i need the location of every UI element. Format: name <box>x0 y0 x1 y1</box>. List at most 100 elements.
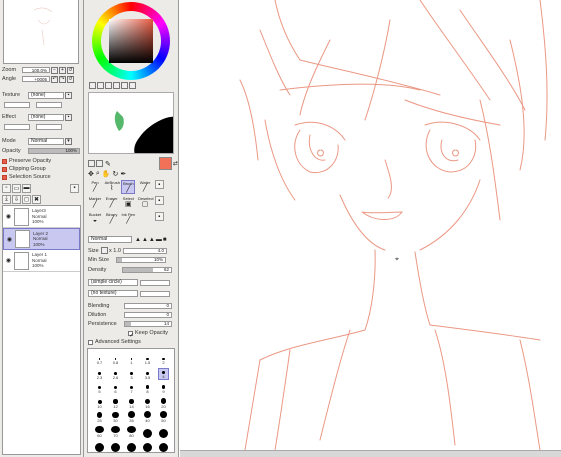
brush-size-cell[interactable]: 12 <box>110 397 121 409</box>
rgb-slider-mode-button[interactable] <box>97 82 104 89</box>
merge-down-icon[interactable]: ⇩ <box>12 194 21 204</box>
brush-size-cell[interactable]: 3 <box>126 368 137 380</box>
brush-size-cell[interactable]: 16 <box>142 397 153 409</box>
current-color-swatch[interactable] <box>158 157 172 170</box>
effect-strength-slider[interactable] <box>36 124 62 130</box>
tool-water[interactable]: Water ╱ <box>138 180 152 194</box>
blending-slider[interactable]: 0 <box>124 303 172 309</box>
zoom-out-button[interactable]: − <box>51 66 58 74</box>
color-mixer-mode-button[interactable] <box>113 82 120 89</box>
brush-size-cell[interactable]: 2.6 <box>110 368 121 380</box>
visibility-eye-icon[interactable]: ◉ <box>5 213 12 220</box>
transparent-color-button[interactable] <box>88 160 95 167</box>
brush-size-cell[interactable] <box>94 440 105 452</box>
blend-mode-dropdown[interactable]: Normal <box>88 236 132 243</box>
visibility-eye-icon[interactable]: ◉ <box>6 236 13 243</box>
brush-size-cell[interactable] <box>110 440 121 452</box>
brush-size-cell[interactable]: 2.3 <box>94 368 105 380</box>
brush-size-cell[interactable]: 50 <box>158 411 169 423</box>
layer-panel-toggle-icon[interactable]: ▪ <box>70 183 79 193</box>
hsv-slider-mode-button[interactable] <box>105 82 112 89</box>
brush-size-cell[interactable]: 2 <box>158 353 169 365</box>
brush-texture-strength-slider[interactable] <box>140 290 170 297</box>
scratchpad-mode-button[interactable] <box>129 82 136 89</box>
tool-panel-option-icon[interactable]: ▪ <box>154 196 164 205</box>
rotate-right-button[interactable]: ↷ <box>59 75 66 83</box>
texture-strength-slider[interactable] <box>36 102 62 108</box>
brush-size-cell[interactable]: 8 <box>142 382 153 394</box>
brush-size-cell[interactable]: 40 <box>142 411 153 423</box>
scratchpad[interactable] <box>88 92 174 154</box>
swatches-mode-button[interactable] <box>121 82 128 89</box>
brush-size-cell[interactable]: 3.5 <box>142 368 153 380</box>
dilution-slider[interactable]: 0 <box>124 312 172 318</box>
brush-size-cell[interactable]: 25 <box>94 411 105 423</box>
clipping-group-row[interactable]: Clipping Group <box>2 165 82 173</box>
brush-size-cell[interactable]: 1 <box>126 353 137 365</box>
min-size-slider[interactable]: 10% <box>116 257 166 263</box>
rotate-icon[interactable]: ↻ <box>113 170 119 178</box>
eyedropper-tool-icon[interactable]: ✒ <box>120 170 126 178</box>
tool-panel-option-icon[interactable]: ▪ <box>154 180 164 189</box>
drawing-canvas[interactable]: ⌖ <box>180 0 561 450</box>
delete-layer-icon[interactable]: ✖ <box>32 194 41 204</box>
swap-mode-button[interactable] <box>96 160 103 167</box>
brush-shape-dropdown[interactable]: (simple circle) <box>88 279 138 286</box>
texture-settings-button[interactable]: ▪ <box>65 91 72 99</box>
new-folder-icon[interactable]: ▬ <box>22 183 31 193</box>
brush-size-cell[interactable]: 0.8 <box>110 353 121 365</box>
brush-size-cell[interactable]: 4 <box>158 367 169 380</box>
eyedropper-icon[interactable]: ✎ <box>105 160 111 168</box>
brush-texture-dropdown[interactable]: (no texture) <box>88 290 138 297</box>
size-multiplier[interactable]: x 1.0 <box>109 248 123 254</box>
zoom-reset-button[interactable]: ↺ <box>67 66 74 74</box>
tool-select[interactable]: Select ▣ <box>121 196 135 210</box>
tool-pen[interactable]: Pen ╱ <box>88 180 102 194</box>
angle-value[interactable]: +0005 <box>22 76 50 82</box>
mode-dropdown[interactable]: Normal <box>28 137 64 145</box>
zoom-icon[interactable]: ⌕ <box>96 170 100 178</box>
rotate-reset-button[interactable]: ↺ <box>67 75 74 83</box>
preserve-opacity-row[interactable]: Preserve Opacity <box>2 157 82 165</box>
tool-marker[interactable]: Marker ╱ <box>88 196 102 210</box>
brush-size-cell[interactable]: 5 <box>94 382 105 394</box>
zoom-value[interactable]: 100.0% <box>22 67 50 73</box>
navigator-preview[interactable] <box>3 0 79 64</box>
new-layer-icon[interactable]: ▫ <box>2 183 11 193</box>
color-wheel-mode-button[interactable] <box>89 82 96 89</box>
texture-dropdown[interactable]: (none) <box>28 91 64 99</box>
layer-item[interactable]: ◉ Layer3 Normal 100% <box>3 206 80 228</box>
visibility-eye-icon[interactable]: ◉ <box>5 257 12 264</box>
effect-settings-button[interactable]: ▪ <box>65 113 72 121</box>
brush-size-cell[interactable]: 14 <box>126 397 137 409</box>
tool-binary[interactable]: Binary ╱ <box>105 212 119 226</box>
layer-item[interactable]: ◉ Layer 1 Normal 100% <box>3 250 80 272</box>
preserve-opacity-checkbox[interactable] <box>2 158 7 164</box>
brush-size-cell[interactable]: 10 <box>94 397 105 409</box>
selection-source-checkbox[interactable] <box>2 174 7 180</box>
tool-ink-pen[interactable]: Ink Pen ╱ <box>121 212 136 226</box>
brush-size-cell[interactable] <box>158 426 169 438</box>
brush-size-cell[interactable]: 7 <box>126 382 137 394</box>
layer-item[interactable]: ◉ Layer 2 Normal 100% <box>3 228 80 250</box>
density-slider[interactable]: 62 <box>122 267 172 273</box>
selection-source-row[interactable]: Selection Source <box>2 173 82 181</box>
brush-size-cell[interactable]: 9 <box>158 382 169 394</box>
brush-tip-shape-icons[interactable]: ▲▲▲▬■ <box>135 237 167 243</box>
transfer-down-icon[interactable]: ⤓ <box>2 194 11 204</box>
brush-size-cell[interactable]: 6 <box>110 382 121 394</box>
brush-shape-strength-slider[interactable] <box>140 279 170 286</box>
brush-size-cell[interactable]: 30 <box>110 411 121 423</box>
brush-size-cell[interactable] <box>126 440 137 452</box>
swap-colors-icon[interactable]: ⇄ <box>173 160 178 167</box>
clear-layer-icon[interactable]: ◻ <box>22 194 31 204</box>
tool-deselect[interactable]: Deselect ▢ <box>138 196 154 210</box>
tool-eraser[interactable]: Eraser ╱ <box>105 196 119 210</box>
clipping-group-checkbox[interactable] <box>2 166 7 172</box>
brush-size-cell[interactable]: 60 <box>94 425 105 438</box>
new-vector-layer-icon[interactable]: ▭ <box>12 183 21 193</box>
tool-bucket[interactable]: Bucket ◒ <box>88 212 102 226</box>
size-slider[interactable]: 4.0 <box>123 247 167 254</box>
keep-opacity-row[interactable]: ✓ Keep Opacity <box>128 330 168 339</box>
brush-size-cell[interactable]: 70 <box>110 425 121 438</box>
